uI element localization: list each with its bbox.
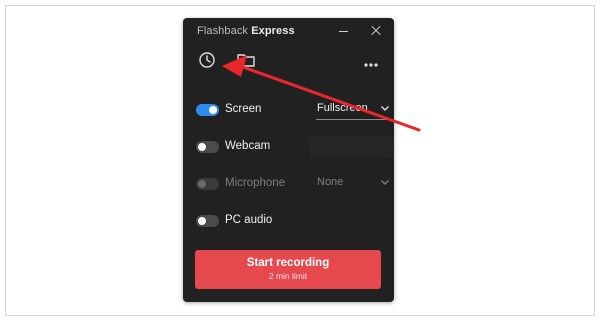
microphone-source-select[interactable]: None	[304, 174, 389, 194]
toggle-knob	[198, 143, 206, 151]
toggle-knob	[198, 217, 206, 225]
close-icon[interactable]	[367, 22, 385, 40]
toggle-knob	[209, 106, 217, 114]
screen-row: Screen Fullscreen	[196, 100, 389, 120]
screen-source-value: Fullscreen	[317, 102, 368, 114]
microphone-source-value: None	[317, 176, 344, 188]
toggle-knob	[198, 180, 206, 188]
chevron-down-icon	[381, 106, 389, 111]
start-recording-button[interactable]: Start recording 2 min limit	[195, 250, 381, 289]
microphone-label: Microphone	[225, 177, 286, 189]
webcam-row: Webcam	[196, 136, 393, 158]
app-window: Flashback Express Screen Fullscreen Webc…	[183, 18, 394, 302]
screen-source-select[interactable]: Fullscreen	[304, 100, 389, 120]
chevron-down-icon	[381, 180, 389, 185]
microphone-row: Microphone None	[196, 174, 389, 194]
pc-audio-row: PC audio	[196, 214, 386, 230]
folder-icon[interactable]	[236, 51, 256, 69]
screen-label: Screen	[225, 103, 262, 115]
title-bold: Express	[251, 25, 295, 37]
title-light: Flashback	[197, 25, 249, 37]
webcam-label: Webcam	[225, 140, 271, 152]
more-dots-icon[interactable]	[363, 56, 379, 67]
pc-audio-toggle[interactable]	[196, 215, 219, 227]
webcam-source-select[interactable]	[309, 136, 393, 158]
webcam-toggle[interactable]	[196, 141, 219, 153]
screen-toggle[interactable]	[196, 104, 219, 116]
minimize-icon[interactable]	[335, 22, 353, 40]
pc-audio-label: PC audio	[225, 214, 273, 226]
microphone-toggle[interactable]	[196, 178, 219, 190]
clock-icon[interactable]	[198, 51, 216, 69]
window-title: Flashback Express	[197, 25, 295, 37]
start-recording-label: Start recording	[246, 257, 330, 269]
recording-limit-label: 2 min limit	[268, 271, 308, 281]
title-bar: Flashback Express	[183, 18, 394, 44]
